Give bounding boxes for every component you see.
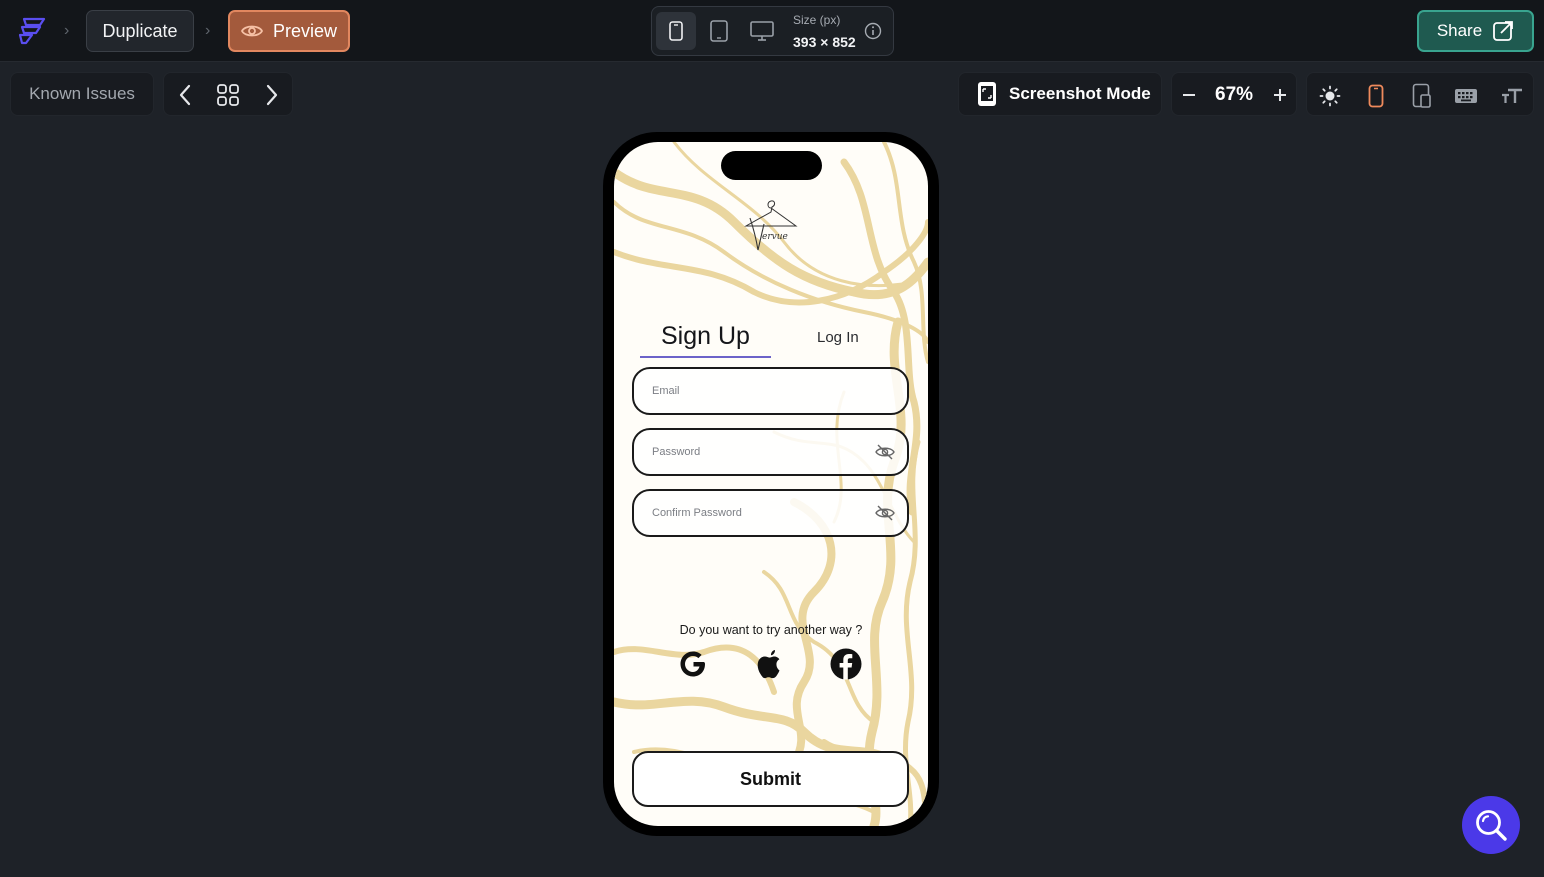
email-field[interactable]: Email — [632, 367, 909, 415]
tab-sign-up[interactable]: Sign Up — [661, 322, 750, 351]
phone-frame: ervue Sign Up Log In Email Password Conf… — [603, 132, 939, 836]
confirm-password-placeholder: Confirm Password — [652, 507, 742, 519]
previous-page-button[interactable] — [172, 82, 198, 108]
eye-off-icon[interactable] — [875, 504, 895, 522]
info-icon[interactable] — [864, 22, 882, 40]
known-issues-button[interactable]: Known Issues — [10, 72, 154, 116]
minus-icon — [1183, 94, 1195, 96]
zoom-control: 67% — [1171, 72, 1297, 116]
password-placeholder: Password — [652, 446, 701, 458]
desktop-icon — [750, 21, 774, 41]
desktop-device-button[interactable] — [742, 12, 782, 50]
google-signin-button[interactable] — [676, 647, 710, 681]
share-button-label: Share — [1436, 21, 1483, 40]
screenshot-phone-icon — [978, 82, 996, 106]
dynamic-island — [721, 151, 822, 180]
top-bar: › Duplicate › Preview Size (px) 393 × 85… — [0, 0, 1544, 62]
preview-button[interactable]: Preview — [228, 10, 350, 52]
search-icon — [1476, 810, 1507, 841]
submit-button-label: Submit — [740, 768, 801, 789]
text-size-button[interactable] — [1499, 83, 1525, 109]
confirm-password-field[interactable]: Confirm Password — [632, 489, 909, 537]
tablet-icon — [710, 20, 728, 42]
apple-icon — [757, 650, 780, 679]
phone-frame-icon — [1368, 84, 1384, 108]
zoom-out-button[interactable] — [1177, 83, 1201, 107]
hanger-logo-icon: ervue — [744, 200, 798, 251]
share-button[interactable]: Share — [1417, 10, 1534, 52]
facebook-icon — [830, 648, 862, 680]
tab-log-in[interactable]: Log In — [817, 329, 859, 346]
search-fab-button[interactable] — [1462, 796, 1520, 854]
known-issues-label: Known Issues — [29, 84, 135, 103]
app-logo-icon[interactable] — [16, 15, 48, 47]
duplicate-button[interactable]: Duplicate — [86, 10, 194, 52]
email-placeholder: Email — [652, 385, 680, 397]
screenshot-mode-label: Screenshot Mode — [1009, 84, 1151, 103]
zoom-level: 67% — [1215, 84, 1254, 105]
chevron-right-icon — [266, 84, 278, 106]
svg-text:ervue: ervue — [762, 232, 788, 242]
size-value: 393 × 852 — [793, 34, 856, 50]
apple-signin-button[interactable] — [753, 647, 787, 681]
phone-layout-icon — [1412, 83, 1431, 108]
phone-device-button[interactable] — [656, 12, 696, 50]
breadcrumb-chevron-icon: › — [205, 22, 211, 39]
text-size-icon — [1502, 88, 1522, 103]
preview-button-label: Preview — [272, 20, 338, 41]
keyboard-toggle-button[interactable] — [1453, 83, 1479, 109]
active-tab-indicator — [640, 356, 771, 358]
zoom-in-button[interactable] — [1268, 83, 1292, 107]
duplicate-button-label: Duplicate — [102, 20, 178, 41]
app-screen: ervue Sign Up Log In Email Password Conf… — [614, 142, 928, 826]
phone-icon — [669, 21, 683, 41]
plus-icon — [1274, 89, 1286, 101]
external-link-icon — [1493, 21, 1514, 41]
size-label: Size (px) — [793, 13, 841, 27]
sun-icon — [1319, 85, 1341, 107]
facebook-signin-button[interactable] — [829, 647, 863, 681]
theme-toggle-button[interactable] — [1317, 83, 1343, 109]
device-selector: Size (px) 393 × 852 — [651, 6, 894, 56]
tablet-device-button[interactable] — [699, 12, 739, 50]
submit-button[interactable]: Submit — [632, 751, 909, 807]
chevron-left-icon — [179, 84, 191, 106]
google-icon — [680, 651, 705, 677]
password-field[interactable]: Password — [632, 428, 909, 476]
eye-off-icon[interactable] — [875, 443, 895, 461]
page-grid-button[interactable] — [215, 82, 241, 108]
alternate-signin-prompt: Do you want to try another way ? — [679, 623, 863, 637]
view-tools — [1306, 72, 1534, 116]
page-navigation — [163, 72, 293, 116]
layout-overlay-button[interactable] — [1409, 83, 1435, 109]
keyboard-icon — [1455, 89, 1477, 103]
breadcrumb-chevron-icon: › — [64, 22, 70, 39]
grid-icon — [217, 84, 239, 106]
eye-icon — [240, 25, 263, 37]
next-page-button[interactable] — [259, 82, 285, 108]
screenshot-mode-button[interactable]: Screenshot Mode — [958, 72, 1162, 116]
device-frame-button[interactable] — [1363, 83, 1389, 109]
